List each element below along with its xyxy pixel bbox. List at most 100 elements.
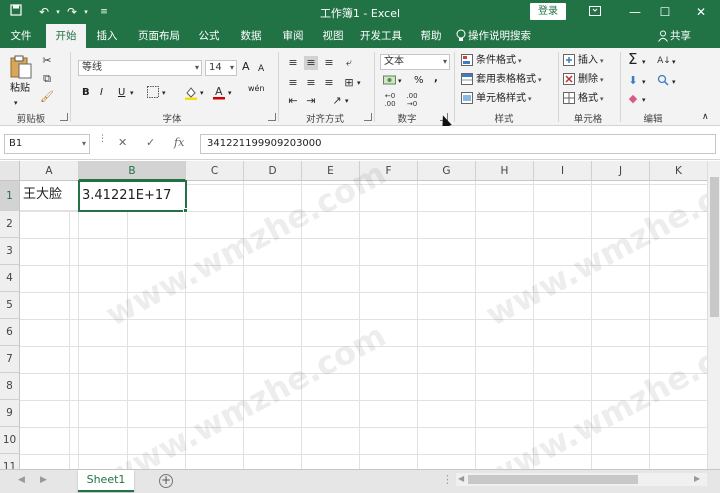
orientation-icon[interactable]: ↗ (330, 94, 344, 108)
conditional-formatting-button[interactable]: 条件格式 ▾ (476, 54, 522, 68)
cell-b1[interactable]: 3.41221E+17 (78, 180, 187, 212)
paste-icon[interactable] (8, 54, 34, 80)
underline-button[interactable]: U (118, 86, 125, 100)
cut-icon[interactable]: ✂ (40, 54, 54, 68)
increase-font-size-button[interactable]: A (242, 60, 250, 74)
font-color-icon[interactable]: A (212, 84, 226, 100)
column-header-h[interactable]: H (476, 161, 534, 181)
increase-indent-icon[interactable]: ⇥ (304, 94, 318, 108)
tab-page-layout[interactable]: 页面布局 (134, 24, 184, 48)
align-center-icon[interactable]: ≡ (304, 76, 318, 90)
format-painter-icon[interactable]: 🖌 (40, 90, 54, 104)
find-select-dropdown-icon[interactable]: ▾ (672, 75, 676, 89)
row-header-8[interactable]: 8 (0, 373, 20, 400)
tab-insert[interactable]: 插入 (90, 24, 124, 48)
column-header-e[interactable]: E (302, 161, 360, 181)
format-as-table-icon[interactable] (460, 73, 474, 89)
align-bottom-icon[interactable]: ≡ (322, 56, 336, 70)
column-header-b[interactable]: B (79, 161, 186, 181)
login-button[interactable]: 登录 (530, 3, 566, 20)
paste-dropdown-icon[interactable]: ▾ (14, 96, 18, 110)
insert-cells-button[interactable]: 插入 ▾ (578, 54, 604, 68)
sort-filter-dropdown-icon[interactable]: ▾ (672, 55, 676, 69)
tab-home[interactable]: 开始 (46, 24, 86, 48)
decrease-indent-icon[interactable]: ⇤ (286, 94, 300, 108)
delete-cells-icon[interactable] (562, 73, 576, 89)
phonetic-guide-button[interactable]: wén (248, 82, 265, 96)
tell-me-search[interactable]: 操作说明搜索 (468, 24, 531, 48)
cancel-icon[interactable]: ✕ (118, 136, 127, 149)
cell-a1[interactable]: 王大脸 (20, 181, 79, 211)
row-header-11[interactable]: 11 (0, 454, 20, 469)
format-as-table-button[interactable]: 套用表格格式 ▾ (476, 73, 542, 87)
row-header-6[interactable]: 6 (0, 319, 20, 346)
number-format-select[interactable]: 文本 ▾ (380, 54, 450, 70)
close-icon[interactable]: ✕ (686, 0, 716, 24)
fill-dropdown-icon[interactable]: ▾ (642, 75, 646, 89)
vertical-scroll-thumb[interactable] (710, 177, 719, 317)
fill-handle[interactable] (183, 208, 188, 213)
column-header-f[interactable]: F (360, 161, 418, 181)
font-size-select[interactable]: 14 ▾ (205, 60, 237, 76)
border-icon[interactable] (146, 86, 160, 102)
sort-filter-icon[interactable]: A↓ (656, 54, 672, 68)
clear-icon[interactable]: ◆ (626, 92, 640, 106)
row-header-7[interactable]: 7 (0, 346, 20, 373)
copy-icon[interactable]: ⧉ (40, 72, 54, 86)
row-header-10[interactable]: 10 (0, 427, 20, 454)
orientation-dropdown-icon[interactable]: ▾ (345, 94, 349, 108)
sheet-tab-sheet1[interactable]: Sheet1 (78, 470, 134, 492)
enter-icon[interactable]: ✓ (146, 136, 155, 149)
merge-dropdown-icon[interactable]: ▾ (357, 76, 361, 90)
paste-button[interactable]: 粘贴 (10, 82, 30, 96)
autosum-button[interactable]: Σ (628, 52, 637, 67)
vertical-scrollbar[interactable] (707, 161, 720, 469)
font-launcher-icon[interactable] (268, 113, 276, 121)
sheet-bar-grip-icon[interactable]: ⋮ (442, 473, 453, 486)
bold-button[interactable]: B (82, 86, 90, 100)
border-dropdown-icon[interactable]: ▾ (162, 86, 166, 100)
horizontal-scrollbar[interactable]: ◀ ▶ (456, 473, 707, 486)
comma-style-button[interactable]: , (434, 72, 438, 86)
alignment-launcher-icon[interactable] (364, 113, 372, 121)
column-header-c[interactable]: C (186, 161, 244, 181)
align-left-icon[interactable]: ≡ (286, 76, 300, 90)
share-button[interactable]: 共享 (670, 24, 691, 48)
column-header-d[interactable]: D (244, 161, 302, 181)
tab-file[interactable]: 文件 (4, 24, 38, 48)
find-select-icon[interactable] (656, 74, 670, 90)
cell-styles-button[interactable]: 单元格样式 ▾ (476, 92, 532, 106)
scroll-right-icon[interactable]: ▶ (694, 474, 700, 483)
wrap-text-icon[interactable]: ⤶ (342, 56, 356, 70)
format-cells-button[interactable]: 格式 ▾ (578, 92, 604, 106)
clear-dropdown-icon[interactable]: ▾ (642, 93, 646, 107)
previous-sheet-icon[interactable]: ◀ (18, 475, 25, 485)
fill-color-dropdown-icon[interactable]: ▾ (200, 86, 204, 100)
autosum-dropdown-icon[interactable]: ▾ (642, 55, 646, 69)
accounting-format-icon[interactable] (382, 74, 398, 90)
tab-help[interactable]: 帮助 (414, 24, 448, 48)
font-color-dropdown-icon[interactable]: ▾ (228, 86, 232, 100)
next-sheet-icon[interactable]: ▶ (40, 475, 47, 485)
tab-formulas[interactable]: 公式 (192, 24, 226, 48)
scroll-left-icon[interactable]: ◀ (458, 474, 464, 483)
underline-dropdown-icon[interactable]: ▾ (130, 86, 134, 100)
delete-cells-button[interactable]: 删除 ▾ (578, 73, 604, 87)
tab-data[interactable]: 数据 (234, 24, 268, 48)
tab-view[interactable]: 视图 (316, 24, 350, 48)
select-all-button[interactable] (0, 161, 20, 181)
column-header-a[interactable]: A (20, 161, 79, 181)
ribbon-display-options-icon[interactable] (580, 0, 610, 24)
column-header-g[interactable]: G (418, 161, 476, 181)
collapse-ribbon-icon[interactable]: ∧ (702, 110, 709, 124)
fill-color-icon[interactable] (184, 86, 198, 104)
maximize-icon[interactable]: ☐ (650, 0, 680, 24)
accounting-dropdown-icon[interactable]: ▾ (398, 74, 402, 88)
merge-center-icon[interactable]: ⊞ (342, 76, 356, 90)
italic-button[interactable]: I (100, 86, 103, 100)
formula-input[interactable]: 341221199909203000 (200, 134, 716, 154)
align-right-icon[interactable]: ≡ (322, 76, 336, 90)
insert-cells-icon[interactable] (562, 54, 576, 70)
row-header-9[interactable]: 9 (0, 400, 20, 427)
share-icon[interactable] (656, 24, 670, 48)
